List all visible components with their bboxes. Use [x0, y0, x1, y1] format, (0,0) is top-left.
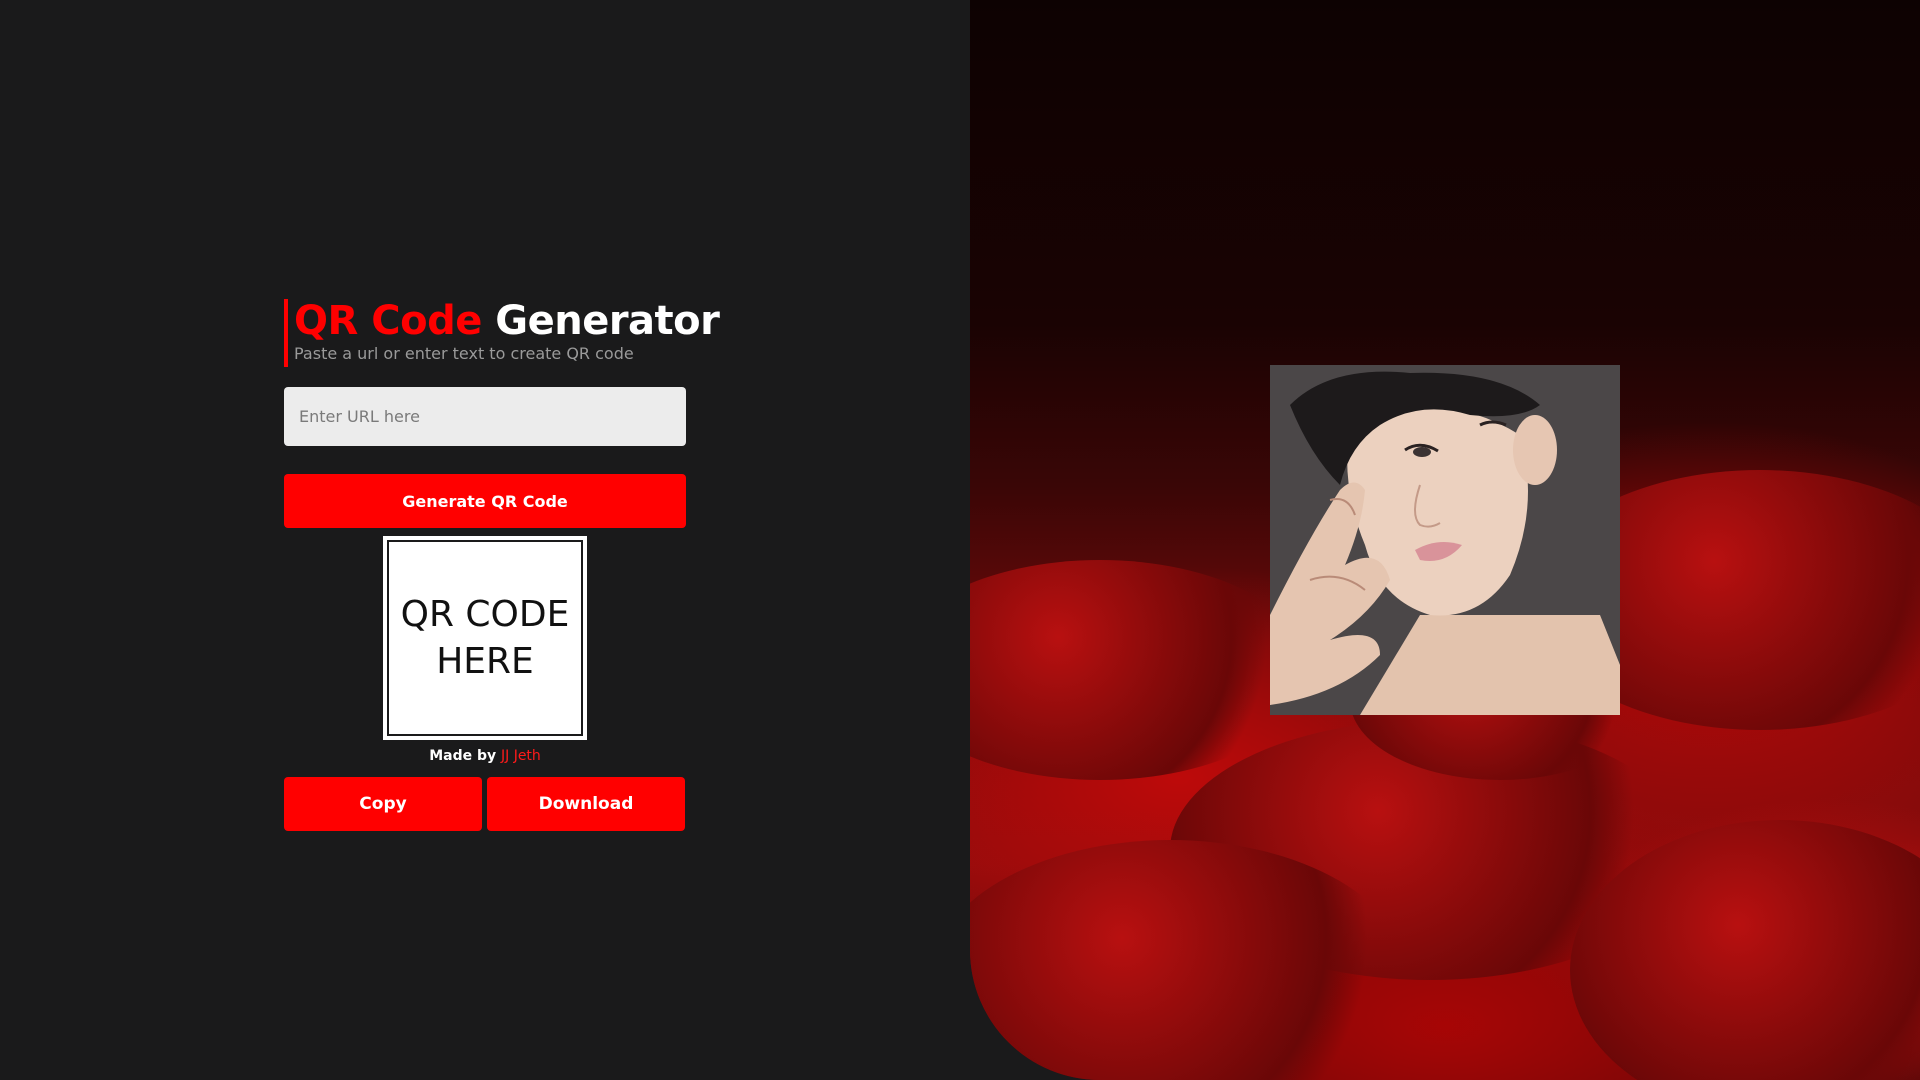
generator-panel: QR Code Generator Paste a url or enter t…: [0, 0, 970, 1080]
qr-code-display: QR CODE HERE: [383, 536, 587, 740]
url-input[interactable]: [284, 387, 686, 446]
qr-placeholder-text: QR CODE HERE: [400, 594, 570, 682]
credit-prefix: Made by: [429, 748, 501, 764]
title-rest: Generator: [495, 298, 720, 344]
download-button[interactable]: Download: [487, 777, 685, 831]
page-title: QR Code Generator: [294, 298, 720, 344]
page-subtitle: Paste a url or enter text to create QR c…: [294, 344, 634, 363]
portrait-illustration: [1270, 365, 1620, 715]
header: QR Code Generator Paste a url or enter t…: [284, 298, 720, 367]
generate-qr-button[interactable]: Generate QR Code: [284, 474, 686, 528]
title-accent: QR Code: [294, 298, 482, 344]
page: QR Code Generator Paste a url or enter t…: [0, 0, 1920, 1080]
qr-code-frame: QR CODE HERE: [388, 541, 582, 735]
copy-button[interactable]: Copy: [284, 777, 482, 831]
credit-author: JJ Jeth: [500, 748, 541, 764]
cloud-shape: [970, 560, 1310, 780]
credit-line: Made by JJ Jeth: [284, 748, 686, 764]
portrait-image: [1270, 365, 1620, 715]
